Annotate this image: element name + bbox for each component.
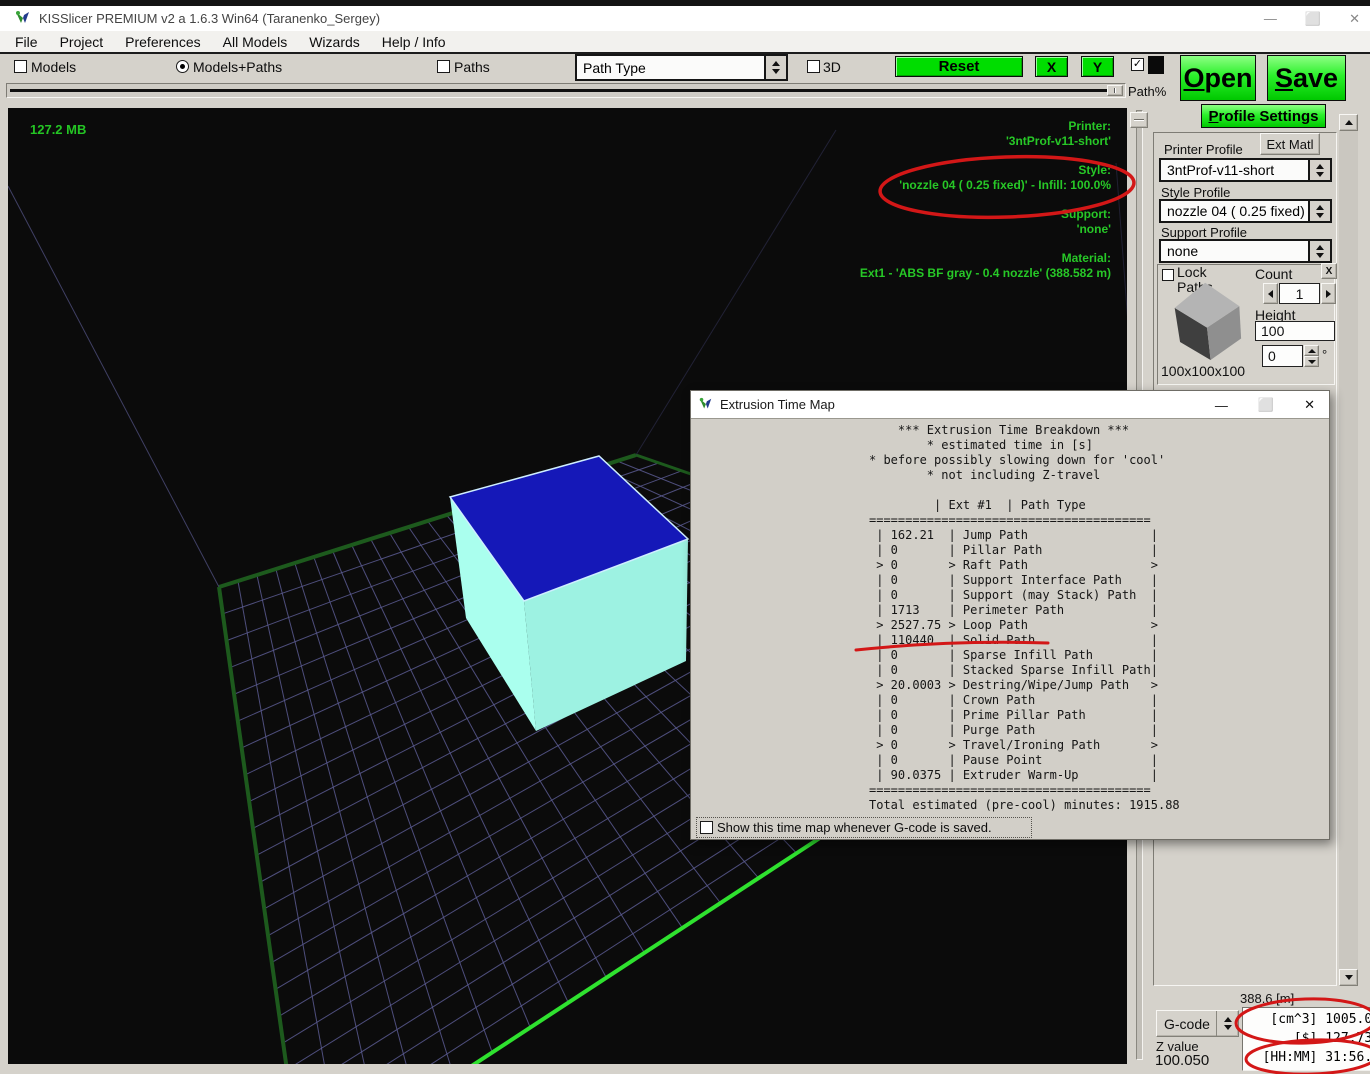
material-value: Ext1 - 'ABS BF gray - 0.4 nozzle' (388.5… (860, 266, 1111, 281)
path-type-select[interactable]: Path Type (575, 54, 788, 81)
path-type-value: Path Type (577, 60, 764, 76)
reset-button[interactable]: Reset (895, 56, 1023, 77)
dialog-minimize-button[interactable]: — (1215, 398, 1228, 413)
printer-label: Printer: (860, 119, 1111, 134)
rotation-field[interactable]: 0 (1262, 345, 1303, 367)
style-label: Style: (860, 163, 1111, 178)
gcode-select[interactable]: G-code (1156, 1010, 1239, 1037)
support-profile-spinner-icon[interactable] (1308, 241, 1330, 261)
style-profile-select[interactable]: nozzle 04 ( 0.25 fixed) (1159, 199, 1332, 223)
dialog-title-bar[interactable]: Extrusion Time Map — ⬜ ✕ (691, 391, 1329, 419)
model-thumbnail-cube[interactable] (1162, 272, 1252, 360)
style-value: 'nozzle 04 ( 0.25 fixed)' - Infill: 100.… (860, 178, 1111, 193)
style-profile-spinner-icon[interactable] (1308, 201, 1330, 221)
x-view-button[interactable]: X (1035, 56, 1068, 77)
show-time-map-row: Show this time map whenever G-code is sa… (696, 817, 1032, 838)
path-percent-slider-handle[interactable] (1107, 85, 1123, 96)
model-dimensions-label: 100x100x100 (1161, 363, 1245, 379)
settings-scrollbar[interactable] (1339, 114, 1358, 986)
count-decrement-icon[interactable] (1263, 283, 1278, 304)
count-label: Count (1255, 266, 1292, 282)
rotation-up-icon[interactable] (1304, 345, 1319, 356)
gcode-value: G-code (1157, 1016, 1216, 1032)
paths-label: Paths (454, 59, 490, 75)
show-time-map-checkbox[interactable] (700, 821, 713, 834)
ext-matl-button[interactable]: Ext Matl (1260, 133, 1320, 155)
support-label: Support: (860, 207, 1111, 222)
printer-profile-spinner-icon[interactable] (1308, 160, 1330, 180)
support-value: 'none' (860, 222, 1111, 237)
save-button[interactable]: Save (1267, 55, 1346, 101)
extrusion-time-map-dialog: Extrusion Time Map — ⬜ ✕ *** Extrusion T… (690, 390, 1330, 840)
path-percent-label: Path% (1128, 84, 1166, 99)
dialog-maximize-button: ⬜ (1258, 397, 1274, 413)
models-label: Models (31, 59, 76, 75)
style-profile-label: Style Profile (1161, 185, 1230, 200)
show-time-map-label: Show this time map whenever G-code is sa… (717, 820, 992, 835)
count-field[interactable]: 1 (1279, 283, 1320, 304)
stat-cost: [$] 127.73 (1243, 1029, 1370, 1048)
degree-symbol: ° (1322, 347, 1327, 362)
app-icon (14, 10, 31, 27)
printer-profile-label: Printer Profile (1164, 142, 1243, 157)
menu-help-info[interactable]: Help / Info (371, 32, 457, 52)
paths-checkbox[interactable] (437, 60, 450, 73)
print-stats-box: [cm^3] 1005.00 [$] 127.73 [HH:MM] 31:56.… (1242, 1007, 1370, 1071)
three-d-label: 3D (823, 59, 841, 75)
scroll-down-icon[interactable] (1339, 969, 1358, 986)
extrusion-time-breakdown: *** Extrusion Time Breakdown *** * estim… (869, 423, 1180, 813)
dialog-title: Extrusion Time Map (720, 397, 835, 412)
printer-profile-value: 3ntProf-v11-short (1161, 162, 1308, 178)
menu-wizards[interactable]: Wizards (298, 32, 371, 52)
menu-file[interactable]: File (4, 32, 49, 52)
menu-preferences[interactable]: Preferences (114, 32, 211, 52)
maximize-button[interactable]: ⬜ (1305, 11, 1321, 27)
path-percent-slider[interactable] (6, 83, 1126, 98)
minimize-button[interactable]: — (1264, 11, 1277, 26)
style-profile-value: nozzle 04 ( 0.25 fixed) (1161, 203, 1308, 219)
count-increment-icon[interactable] (1321, 283, 1336, 304)
layer-slider-handle[interactable] (1130, 112, 1148, 128)
menu-all-models[interactable]: All Models (212, 32, 299, 52)
close-button[interactable]: ✕ (1349, 11, 1360, 27)
filament-length-label: 388.6 [m] (1240, 991, 1294, 1006)
slice-info-overlay: Printer: '3ntProf-v11-short' Style: 'noz… (860, 119, 1111, 281)
height-field[interactable]: 100 (1255, 321, 1335, 341)
models-paths-radio[interactable] (176, 60, 189, 73)
dialog-icon (698, 397, 713, 412)
menu-bar: File Project Preferences All Models Wiza… (0, 31, 1370, 54)
dialog-close-button[interactable]: ✕ (1304, 397, 1315, 413)
path-color-swatch (1148, 56, 1164, 74)
z-value: 100.050 (1155, 1052, 1209, 1069)
rotation-stepper[interactable] (1304, 345, 1319, 367)
kisslicer-window: KISSlicer PREMIUM v2 a 1.6.3 Win64 (Tara… (0, 0, 1370, 1074)
path-legend-checkbox[interactable]: ✓ (1131, 58, 1144, 71)
material-label: Material: (860, 251, 1111, 266)
stat-volume: [cm^3] 1005.00 (1243, 1010, 1370, 1029)
scroll-up-icon[interactable] (1339, 114, 1358, 131)
models-checkbox[interactable] (14, 60, 27, 73)
title-bar: KISSlicer PREMIUM v2 a 1.6.3 Win64 (Tara… (0, 6, 1370, 31)
support-profile-label: Support Profile (1161, 225, 1247, 240)
memory-usage: 127.2 MB (30, 122, 86, 137)
menu-project[interactable]: Project (49, 32, 115, 52)
three-d-checkbox[interactable] (807, 60, 820, 73)
model-close-button[interactable]: X (1321, 263, 1337, 279)
stat-time: [HH:MM] 31:56.0 (1243, 1048, 1370, 1067)
support-profile-value: none (1161, 243, 1308, 259)
gcode-spinner-icon[interactable] (1216, 1011, 1238, 1036)
support-profile-select[interactable]: none (1159, 239, 1332, 263)
printer-value: '3ntProf-v11-short' (860, 134, 1111, 149)
printer-profile-select[interactable]: 3ntProf-v11-short (1159, 158, 1332, 182)
path-type-spinner-icon[interactable] (764, 56, 786, 79)
models-paths-label: Models+Paths (193, 59, 282, 75)
y-view-button[interactable]: Y (1081, 56, 1114, 77)
open-button[interactable]: Open (1180, 55, 1256, 101)
rotation-down-icon[interactable] (1304, 356, 1319, 367)
window-title: KISSlicer PREMIUM v2 a 1.6.3 Win64 (Tara… (39, 11, 380, 26)
profile-settings-button[interactable]: Profile Settings (1201, 104, 1326, 128)
